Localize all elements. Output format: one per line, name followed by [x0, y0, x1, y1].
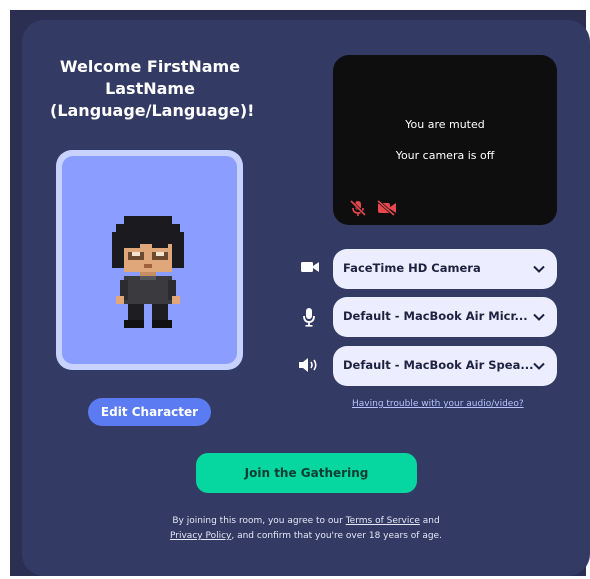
welcome-line-3: (Language/Language)!	[50, 101, 255, 120]
video-preview: You are muted Your camera is off	[333, 55, 557, 225]
join-gathering-button[interactable]: Join the Gathering	[196, 453, 417, 493]
av-trouble-link[interactable]: Having trouble with your audio/video?	[352, 399, 524, 409]
chevron-down-icon	[533, 265, 545, 273]
microphone-select[interactable]: Default - MacBook Air Micr...	[333, 297, 557, 337]
camera-icon	[296, 259, 322, 279]
microphone-device-row: Default - MacBook Air Micr...	[296, 297, 558, 337]
pixel-character-avatar	[112, 216, 184, 328]
speaker-icon	[296, 356, 322, 376]
avatar-preview	[62, 156, 237, 364]
mic-off-icon[interactable]	[349, 199, 367, 221]
camera-off-icon[interactable]	[377, 199, 397, 220]
terms-of-service-link[interactable]: Terms of Service	[346, 516, 420, 526]
chevron-down-icon	[533, 313, 545, 321]
legal-prefix: By joining this room, you agree to our	[172, 516, 346, 526]
welcome-heading: Welcome FirstName LastName (Language/Lan…	[50, 56, 255, 122]
camera-select-value: FaceTime HD Camera	[343, 261, 481, 275]
avatar-frame	[56, 150, 243, 370]
welcome-line-1: Welcome FirstName	[59, 57, 241, 76]
speaker-select-value: Default - MacBook Air Spea...	[343, 358, 534, 372]
speaker-select[interactable]: Default - MacBook Air Spea...	[333, 346, 557, 386]
speaker-device-row: Default - MacBook Air Spea...	[296, 346, 558, 386]
legal-suffix: , and confirm that you're over 18 years …	[231, 531, 442, 541]
microphone-select-value: Default - MacBook Air Micr...	[343, 309, 528, 323]
legal-notice: By joining this room, you agree to our T…	[150, 514, 462, 544]
legal-and: and	[419, 516, 440, 526]
muted-status: You are muted	[405, 118, 485, 131]
camera-device-row: FaceTime HD Camera	[296, 249, 558, 289]
camera-select[interactable]: FaceTime HD Camera	[333, 249, 557, 289]
chevron-down-icon	[533, 362, 545, 370]
privacy-policy-link[interactable]: Privacy Policy	[170, 531, 231, 541]
camera-off-status: Your camera is off	[395, 149, 495, 162]
edit-character-button[interactable]: Edit Character	[88, 398, 211, 426]
welcome-line-2: LastName	[105, 79, 195, 98]
microphone-icon	[296, 307, 322, 327]
